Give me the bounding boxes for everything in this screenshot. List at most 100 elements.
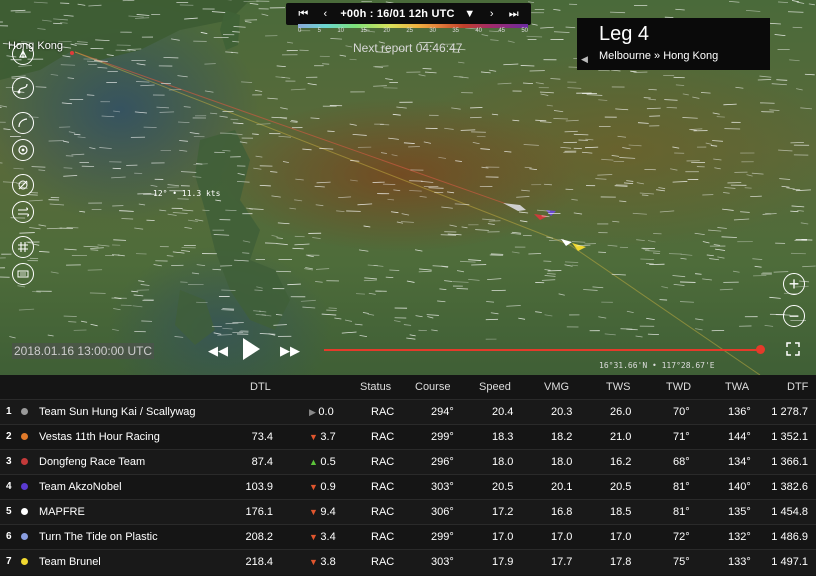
wind-streak [454,203,470,206]
wind-streak [112,328,119,332]
wind-streak [762,213,777,215]
grid-icon[interactable] [12,236,34,258]
wind-streak [393,189,401,192]
wind-streak [419,195,427,198]
step-forward-icon[interactable]: › [485,7,499,21]
wind-streak [424,71,437,74]
wind-streak [254,89,263,92]
wind-streak [653,252,661,255]
wind-streak [585,138,594,141]
wind-streak [661,286,669,289]
race-map[interactable]: Hong Kong 12° • 11.3 kts ⏮ ‹ +00h : 16/0… [0,0,816,375]
leg-panel[interactable]: ◀ Leg 4 Melbourne » Hong Kong [577,18,770,70]
dtl-cell: 103.9 [245,481,273,493]
timeline-track[interactable] [324,349,760,351]
wind-streak [808,3,815,6]
col-twd[interactable]: TWD [666,381,691,393]
col-dtf[interactable]: DTF [787,381,808,393]
wind-streak [106,54,114,56]
wind-streak [702,241,710,244]
compass-icon[interactable] [12,139,34,161]
vmg-cell: 17.0 [551,531,573,543]
leg-prev-icon[interactable]: ◀ [581,54,588,65]
wind-streak [48,140,64,142]
wind-streak [294,199,303,202]
layers-off-icon[interactable] [12,174,34,196]
measure-icon[interactable] [12,112,34,134]
table-row[interactable]: 2 Vestas 11th Hour Racing 73.4 ▼ 3.7 RAC 299°… [0,424,816,450]
tws-cell: 17.0 [610,531,632,543]
table-row[interactable]: 6 Turn The Tide on Plastic 208.2 ▼ 3.4 RAC 29… [0,524,816,550]
table-row[interactable]: 1 Team Sun Hung Kai / Scallywag ▶ 0.0 RAC 29… [0,399,816,425]
skip-end-icon[interactable]: ⏭ [507,7,521,21]
col-status[interactable]: Status [360,381,391,393]
col-dtl[interactable]: DTL [250,381,271,393]
speed-cell: 17.0 [492,531,514,543]
boat-icon[interactable] [12,43,34,65]
wind-streak [128,15,144,18]
wind-streak [219,115,228,118]
timeline-handle[interactable] [755,345,765,354]
wind-streak [307,83,317,86]
keyboard-icon[interactable] [12,263,34,285]
wind-streak [350,179,358,182]
rank-cell: 6 [6,531,12,542]
table-row[interactable]: 5 MAPFRE 176.1 ▼ 9.4 RAC 306° 17.2 16.8 18.5 81° 1… [0,499,816,525]
fast-forward-button[interactable]: ▶▶ [280,343,300,359]
table-row[interactable]: 7 Team Brunel 218.4 ▼ 3.8 RAC 303° 17.9 17.7 17.… [0,549,816,575]
wind-streak [242,240,251,243]
wind-streak [522,82,534,85]
wind-streak [581,151,593,154]
wind-streak [426,314,439,316]
wind-streak [773,271,789,273]
wind-streak [519,220,528,223]
wind-streak [134,111,147,114]
wind-streak [184,17,198,20]
skip-start-icon[interactable]: ⏮ [296,7,310,21]
rewind-button[interactable]: ◀◀ [208,343,228,359]
col-tws[interactable]: TWS [606,381,630,393]
wind-streak [680,253,693,256]
fullscreen-icon[interactable] [786,342,800,356]
wind-streak [140,284,150,286]
wind-streak [314,185,325,188]
wind-streak [692,96,700,99]
col-course[interactable]: Course [415,381,450,393]
wind-streak [746,174,753,177]
wind-streak [709,258,719,261]
wind-streak [719,288,733,291]
wind-streak [658,187,666,190]
wind-streak [544,314,553,317]
twa-cell: 136° [728,406,751,418]
col-vmg[interactable]: VMG [544,381,569,393]
wind-streak [133,294,144,297]
table-row[interactable]: 4 Team AkzoNobel 103.9 ▼ 0.9 RAC 303° 20.5 20.1… [0,474,816,500]
wind-streak [571,264,578,267]
delta-cell: ▼ 9.4 [309,506,336,518]
table-row[interactable]: 3 Dongfeng Race Team 87.4 ▲ 0.5 RAC 296° 18.0 1… [0,449,816,475]
wind-streak [312,237,321,240]
time-dropdown-icon[interactable]: ▼ [463,7,477,21]
wind-streak [535,119,547,122]
tws-cell: 16.2 [610,456,632,468]
col-twa[interactable]: TWA [725,381,749,393]
wind-streak [455,160,462,162]
route-icon[interactable] [12,77,34,99]
zoom-in-button[interactable]: + [783,273,805,295]
wind-streak [702,278,712,281]
wind-streak [302,148,312,151]
wind-streak [393,320,401,323]
col-speed[interactable]: Speed [479,381,511,393]
dtl-cell: 176.1 [245,506,273,518]
zoom-out-button[interactable]: − [783,305,805,327]
next-report: Next report 04:46:47 [353,41,463,55]
wind-streak [86,94,95,96]
step-back-icon[interactable]: ‹ [318,7,332,21]
wind-streak [232,122,244,125]
wind-streak [153,264,162,267]
wind-icon[interactable] [12,201,34,223]
play-button[interactable] [243,338,260,360]
team-color-dot [21,433,28,440]
wind-scale-ticks: 0 5 10 15 20 25 30 35 40 45 50 [298,28,528,34]
wind-streak [721,236,737,238]
